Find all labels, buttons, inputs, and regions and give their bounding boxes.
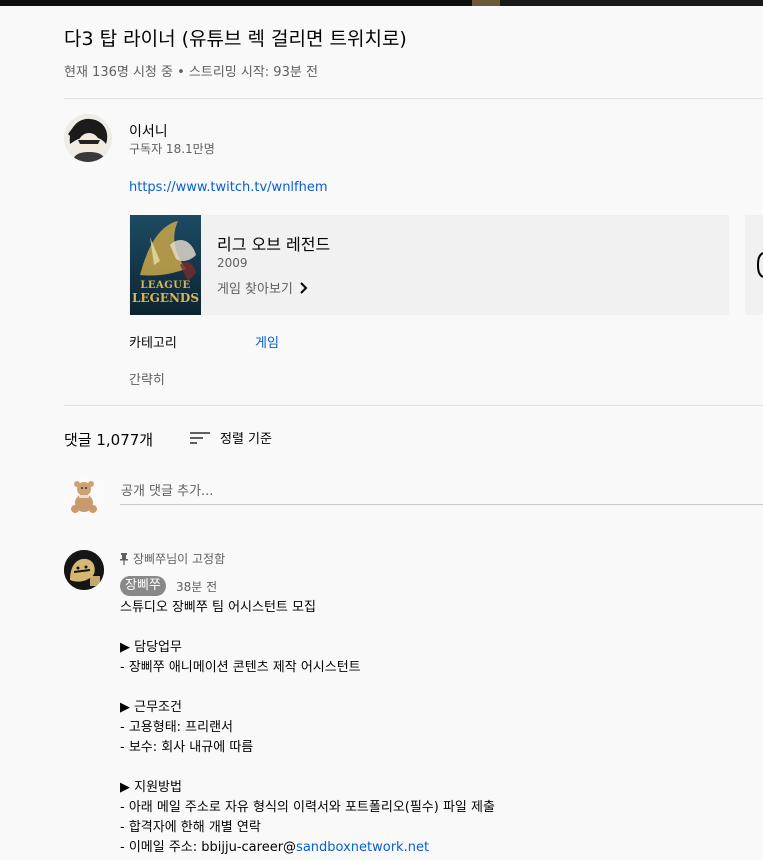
game-thumb-logo-line-2: LEGENDS [131,291,200,305]
add-comment-placeholder: 공개 댓글 추가... [121,484,214,499]
show-less-button[interactable]: 간략히 [129,369,165,388]
divider [64,98,763,99]
comment-line [120,618,495,638]
browse-game-link[interactable]: 게임 찾아보기 [217,278,309,297]
game-thumb-logo: LEAGUE LEGENDS [130,279,201,305]
divider [64,405,763,406]
comment-line: 스튜디오 장삐쭈 팀 어시스턴트 모집 [120,600,316,615]
comment-line: ▶ 지원방법 [120,780,182,795]
comment-line: - 고용형태: 프리랜서 [120,720,234,735]
category-label: 카테고리 [129,336,177,351]
video-meta: 현재 136명 시청 중 • 스트리밍 시작: 93분 전 [64,65,318,80]
comment-timestamp[interactable]: 38분 전 [176,578,217,595]
comment-line [120,758,495,778]
pinned-label: 장삐쭈님이 고정함 [133,552,226,566]
twitch-link[interactable]: https://www.twitch.tv/wnlfhem [129,180,328,195]
comments-count: 댓글 1,077개 [64,431,154,449]
sort-label: 정렬 기준 [220,432,272,447]
channel-avatar[interactable] [64,114,112,162]
sort-icon [190,431,210,444]
add-comment-input[interactable]: 공개 댓글 추가... [120,478,763,505]
game-title: 리그 오브 레전드 [217,235,331,254]
email-prefix: - 이메일 주소: bbijju-career@ [120,840,297,855]
user-avatar [64,476,104,516]
game-year: 2009 [217,256,248,270]
channel-name[interactable]: 이서니 [129,121,168,141]
next-card-partial[interactable] [745,215,763,315]
comment-email-line: - 이메일 주소: bbijju-career@sandboxnetwork.n… [120,838,495,858]
subscriber-count: 구독자 18.1만명 [129,142,215,156]
chevron-right-icon [300,281,308,294]
video-title: 다3 탑 라이너 (유튜브 렉 걸리면 트위치로) [64,28,407,50]
comment-line: - 합격자에 한해 개별 연락 [120,820,261,835]
video-player-bottom-edge [0,0,763,6]
browse-game-label: 게임 찾아보기 [217,282,293,297]
comment-body: 스튜디오 장삐쭈 팀 어시스턴트 모집 ▶ 담당업무 - 장삐쭈 애니메이션 콘… [120,598,495,858]
email-domain-link[interactable]: sandboxnetwork.net [296,840,429,855]
game-thumbnail: LEAGUE LEGENDS [130,215,201,315]
comment-line: - 보수: 회사 내규에 따름 [120,740,254,755]
comment-line: - 장삐쭈 애니메이션 콘텐츠 제작 어시스턴트 [120,660,361,675]
sort-button[interactable]: 정렬 기준 [190,428,272,447]
game-card[interactable]: LEAGUE LEGENDS 리그 오브 레전드 2009 게임 찾아보기 [129,215,729,315]
comment-line: ▶ 근무조건 [120,700,182,715]
comment-author-badge[interactable]: 장삐쭈 [120,576,166,596]
comment-line: - 아래 메일 주소로 자유 형식의 이력서와 포트폴리오(필수) 파일 제출 [120,800,495,815]
comment-author-avatar[interactable] [64,550,104,590]
comment-line [120,678,495,698]
category-value-link[interactable]: 게임 [255,332,279,351]
comment-line: ▶ 담당업무 [120,640,182,655]
pin-icon [120,552,128,565]
pinned-indicator: 장삐쭈님이 고정함 [120,550,225,567]
